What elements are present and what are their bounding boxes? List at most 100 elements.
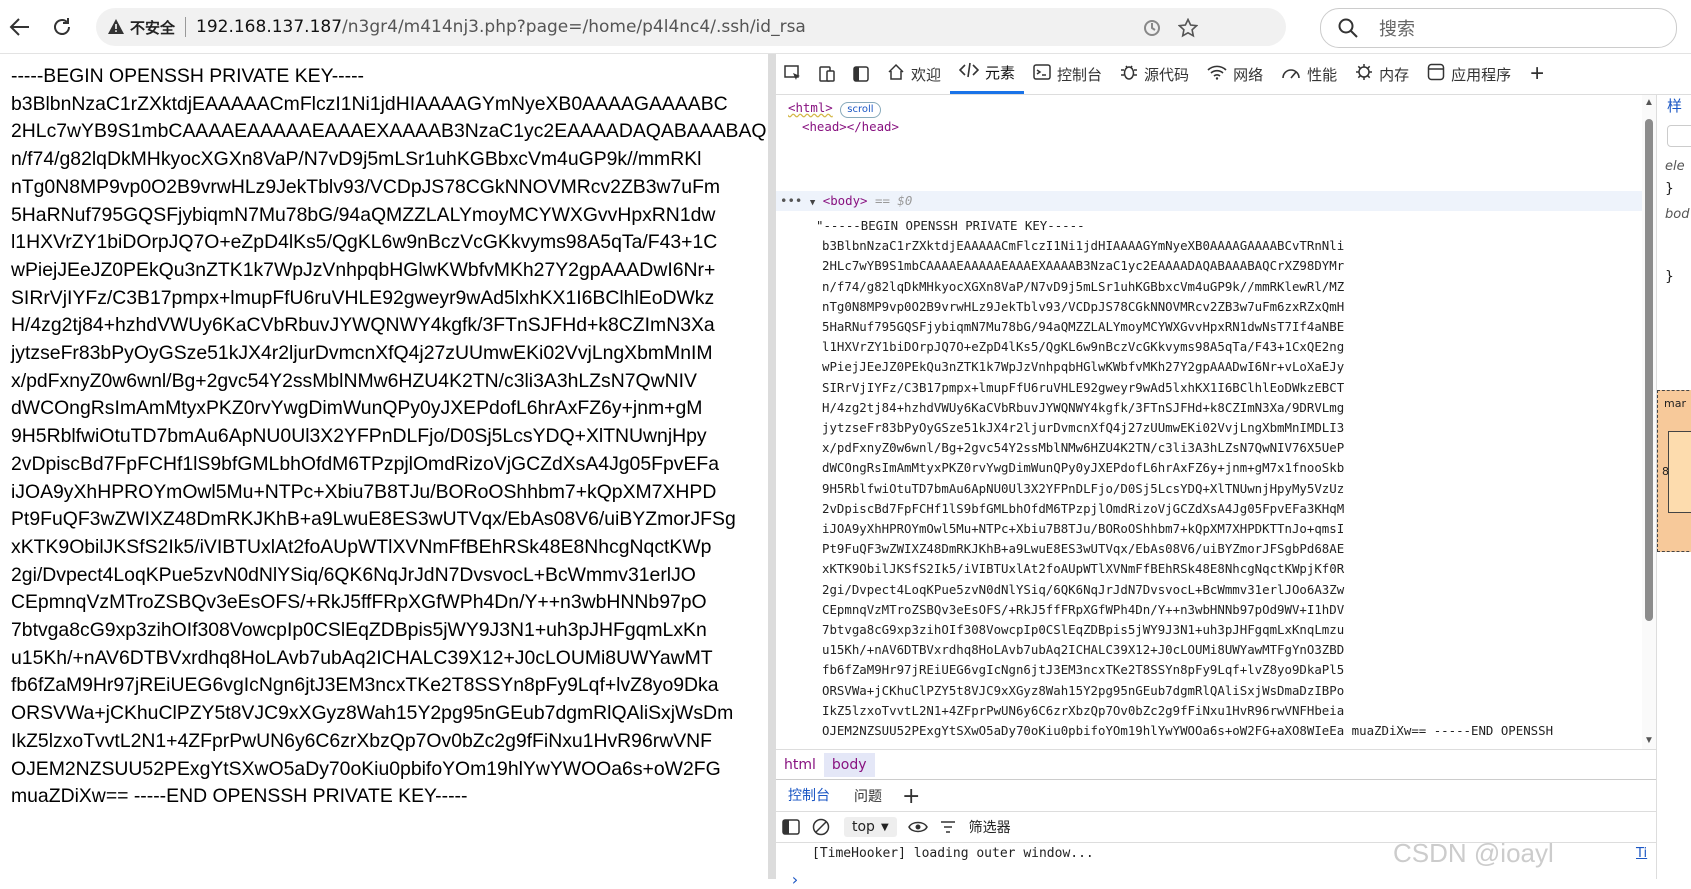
tab-console[interactable]: 控制台 xyxy=(776,779,842,813)
tab-issues[interactable]: 问题 xyxy=(842,780,894,812)
html-node[interactable]: <html> scroll xyxy=(788,98,881,118)
styles-filter-input[interactable] xyxy=(1667,125,1691,147)
expand-caret-icon[interactable]: ▼ xyxy=(810,198,815,208)
text-node-line: 9H5RblfwiOtuTD7bmAu6ApNU0Ul3X2YFPnDLFjo/… xyxy=(822,480,1345,496)
warning-icon[interactable] xyxy=(106,17,126,37)
body-node[interactable]: ••• ▼ <body> == $0 xyxy=(780,191,912,213)
text-node-line: jytzseFr83bPyOyGSze51kJX4r2ljurDvmcnXfQ4… xyxy=(822,420,1345,436)
tab-app-window[interactable]: 应用程序 xyxy=(1418,54,1520,94)
tab-label: 应用程序 xyxy=(1451,65,1512,84)
address-separator xyxy=(185,17,187,37)
reload-icon xyxy=(54,18,70,35)
inspect-button[interactable] xyxy=(776,54,810,94)
text-node-line: H/4zg2tj84+hzhdVWUy6KaCVbRbuvJYWQNWY4kgf… xyxy=(822,399,1345,415)
text-node-line: n/f74/g82lqDkMHkyocXGXn8VaP/N7vD9j5mLSr1… xyxy=(822,278,1345,294)
filter-label[interactable]: 筛选器 xyxy=(969,817,1011,837)
sidebar-toggle-button[interactable] xyxy=(776,812,806,842)
device-toggle-button[interactable] xyxy=(810,54,844,94)
eye-icon xyxy=(907,821,928,833)
url-host: 192.168.137.187 xyxy=(196,17,343,37)
chevron-down-icon: ▼ xyxy=(880,821,889,833)
private-key-text: -----BEGIN OPENSSH PRIVATE KEY----- b3Bl… xyxy=(0,54,768,811)
key-line: IkZ5lzxoTvvtL2N1+4ZFprPwUN6y6C6zrXbzQp7O… xyxy=(11,729,712,752)
key-line: ORSVWa+jCKhuClPZY5t8VJC9xXGyz8Wah15Y2pg9… xyxy=(11,702,734,725)
more-dots-icon[interactable]: ••• xyxy=(780,193,802,208)
back-button[interactable] xyxy=(3,10,37,44)
scroll-down-icon[interactable]: ▼ xyxy=(1644,735,1654,746)
text-node-line: x/pdFxnyZ0w6wnl/Bg+2gvc54Y2ssMblNMw6HZU4… xyxy=(822,440,1345,456)
tab-wifi[interactable]: 网络 xyxy=(1198,54,1272,94)
text-node-line: 2gi/Dvpect4LoqKPue5zvN0dNlYSiq/6QK6NqJrJ… xyxy=(822,581,1345,597)
wifi-icon xyxy=(1207,64,1227,85)
url-path: /n3gr4/m414nj3.php?page=/home/p4l4nc4/.s… xyxy=(342,17,806,37)
tab-label: 网络 xyxy=(1233,65,1264,84)
tab-home[interactable]: 欢迎 xyxy=(878,54,950,94)
tab-memory-chip[interactable]: 内存 xyxy=(1346,54,1418,94)
scrollbar-thumb[interactable] xyxy=(1645,119,1653,621)
search-input[interactable]: 搜索 xyxy=(1320,8,1677,48)
elements-scrollbar[interactable]: ▲ ▼ xyxy=(1642,95,1656,749)
refresh-translate-icon[interactable] xyxy=(1140,16,1164,40)
tab-console[interactable]: 控制台 xyxy=(1024,54,1111,94)
key-line: 5HaRNuf795GQSFjybiqmN7Mu78bG/94aQMZZLALY… xyxy=(11,203,716,226)
key-line: xKTK9ObilJKSfS2Ik5/iVIBTUxlAt2foAUpWTlXV… xyxy=(11,535,712,558)
text-node-line: dWCOngRsImAmMtyxPKZ0rvYwgDimWunQPy0yJXEP… xyxy=(822,460,1345,476)
styles-brace: } xyxy=(1665,269,1674,285)
body-open-tag: <body> xyxy=(822,193,868,208)
breadcrumb-html[interactable]: html xyxy=(776,753,824,777)
box-model-margin-value: 8 xyxy=(1662,465,1669,478)
console-icon xyxy=(1033,63,1051,86)
breadcrumb: html body xyxy=(776,749,1656,780)
html-open-tag: <html> xyxy=(788,100,833,115)
add-tab-button[interactable]: + xyxy=(1520,60,1554,88)
styles-brace: } xyxy=(1665,181,1674,197)
home-icon xyxy=(887,63,905,86)
key-line: OJEM2NZSUU52PExgYtSXwO5aDy70oKiu0pbifoYO… xyxy=(11,757,721,780)
text-node-line: 7btvga8cG9xp3zihOIf308VowcpIp0CSlEqZDBpi… xyxy=(822,622,1345,638)
security-label[interactable]: 不安全 xyxy=(130,17,175,38)
clear-console-button[interactable] xyxy=(806,812,836,842)
key-line: iJOA9yXhHPROYmOwl5Mu+NTPc+Xbiu7B8TJu/BOR… xyxy=(11,480,717,503)
gauge-icon xyxy=(1281,64,1301,85)
key-line: Pt9FuQF3wZWIXZ48DmRKJKhB+a9LwuE8ES3wUTVq… xyxy=(11,508,736,531)
key-line: -----BEGIN OPENSSH PRIVATE KEY----- xyxy=(11,65,365,87)
key-line: 9H5RblfwiOtuTD7bmAu6ApNU0Ul3X2YFPnDLFjo/… xyxy=(11,425,707,448)
context-select[interactable]: top ▼ xyxy=(844,817,897,837)
tab-code[interactable]: 元素 xyxy=(950,54,1025,94)
text-node-line: IkZ5lzxoTvvtL2N1+4ZFprPwUN6y6C6zrXbzQp7O… xyxy=(822,702,1345,718)
key-line: n/f74/g82lqDkMHkyocXGXn8VaP/N7vD9j5mLSr1… xyxy=(11,148,702,171)
tab-gauge[interactable]: 性能 xyxy=(1272,54,1346,94)
console-log-source-link[interactable]: Ti xyxy=(1636,846,1647,861)
styles-tab[interactable]: 样 xyxy=(1667,95,1682,116)
console-prompt-icon[interactable]: › xyxy=(790,870,800,889)
key-line: l1HXVrZY1biDOrpJQ7O+eZpD4lKs5/QgKL6w9nBc… xyxy=(11,231,718,254)
scroll-up-icon[interactable]: ▲ xyxy=(1644,97,1654,108)
head-node[interactable]: <head></head> xyxy=(802,117,899,137)
dock-button[interactable] xyxy=(844,54,878,94)
text-node-line: iJOA9yXhHPROYmOwl5Mu+NTPc+Xbiu7B8TJu/BOR… xyxy=(822,521,1345,537)
page-content: -----BEGIN OPENSSH PRIVATE KEY----- b3Bl… xyxy=(0,54,768,879)
clear-icon xyxy=(812,818,830,836)
box-model: mar 8 xyxy=(1657,390,1691,552)
address-bar[interactable]: 不安全 192.168.137.187/n3gr4/m414nj3.php?pa… xyxy=(96,8,1286,46)
filter-icon[interactable] xyxy=(933,812,963,842)
body-text-node[interactable]: "-----BEGIN OPENSSH PRIVATE KEY----- b3Bl… xyxy=(816,216,1553,741)
head-tag: <head></head> xyxy=(802,119,899,134)
styles-rule-element: ele xyxy=(1665,159,1685,174)
tab-bug[interactable]: 源代码 xyxy=(1111,54,1198,94)
live-expression-button[interactable] xyxy=(903,812,933,842)
url-text[interactable]: 192.168.137.187/n3gr4/m414nj3.php?page=/… xyxy=(196,17,806,37)
browser-toolbar: 不安全 192.168.137.187/n3gr4/m414nj3.php?pa… xyxy=(0,0,1691,54)
text-node-line: 2vDpiscBd7FpFCHf1lS9bfGMLbhOfdM6TPzpjlOm… xyxy=(822,500,1345,516)
scroll-badge[interactable]: scroll xyxy=(840,102,881,118)
tab-label: 性能 xyxy=(1307,65,1338,84)
styles-rule-body: bod xyxy=(1665,207,1690,222)
star-icon[interactable] xyxy=(1176,16,1200,40)
bug-icon xyxy=(1120,63,1138,86)
devtools-splitter[interactable] xyxy=(768,54,776,879)
reload-button[interactable] xyxy=(45,10,79,44)
selected-marker: == $0 xyxy=(874,193,913,208)
add-drawer-tab-button[interactable]: + xyxy=(894,784,928,809)
breadcrumb-body[interactable]: body xyxy=(823,753,875,777)
key-line: SIRrVjIYFz/C3B17pmpx+lmupFfU6ruVHLE92gwe… xyxy=(11,286,715,309)
